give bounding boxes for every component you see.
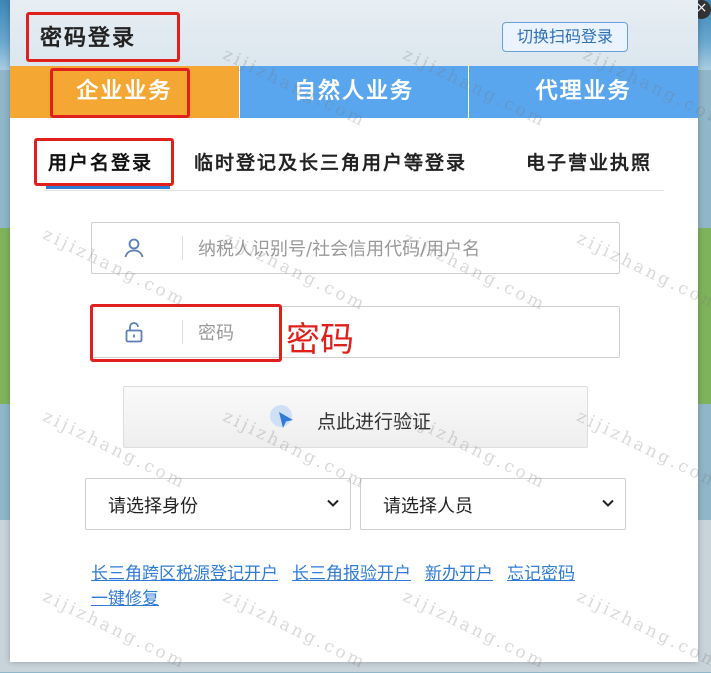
chevron-down-icon bbox=[602, 499, 614, 507]
pointer-icon bbox=[270, 405, 293, 428]
link-forgot-password[interactable]: 忘记密码 bbox=[507, 564, 575, 584]
username-field bbox=[91, 222, 620, 274]
password-field bbox=[91, 306, 620, 358]
subtab-temporary-login[interactable]: 临时登记及长三角用户等登录 bbox=[194, 148, 467, 175]
tab-agent[interactable]: 代理业务 bbox=[468, 66, 699, 118]
field-separator bbox=[182, 236, 183, 260]
password-input[interactable] bbox=[196, 317, 600, 349]
lock-icon bbox=[125, 322, 143, 343]
modal-title: 密码登录 bbox=[40, 26, 137, 51]
link-inspection-registration[interactable]: 长三角报验开户 bbox=[292, 564, 411, 584]
verify-button[interactable]: 点此进行验证 bbox=[123, 386, 588, 448]
switch-qr-login-button[interactable]: 切换扫码登录 bbox=[502, 22, 629, 52]
modal-header: 密码登录 切换扫码登录 bbox=[10, 0, 698, 66]
link-cross-region-registration[interactable]: 长三角跨区税源登记开户 bbox=[91, 564, 278, 584]
subtab-username-login[interactable]: 用户名登录 bbox=[48, 148, 153, 175]
identity-select-value: 请选择身份 bbox=[108, 496, 198, 517]
login-modal: 密码登录 切换扫码登录 企业业务 自然人业务 代理业务 用户名登录 临时登记及长… bbox=[10, 0, 699, 662]
tab-enterprise[interactable]: 企业业务 bbox=[10, 66, 239, 118]
link-one-click-repair[interactable]: 一键修复 bbox=[91, 589, 159, 609]
background-tile-right bbox=[697, 228, 711, 404]
tab-individual[interactable]: 自然人业务 bbox=[238, 66, 469, 118]
business-tabs: 企业业务 自然人业务 代理业务 bbox=[10, 66, 699, 118]
subtab-business-license[interactable]: 电子营业执照 bbox=[526, 148, 652, 175]
person-select[interactable]: 请选择人员 bbox=[360, 478, 626, 530]
login-method-tabs: 用户名登录 临时登记及长三角用户等登录 电子营业执照 bbox=[44, 140, 664, 191]
user-icon bbox=[124, 238, 144, 258]
identity-select[interactable]: 请选择身份 bbox=[85, 478, 351, 530]
chevron-down-icon bbox=[327, 499, 339, 507]
field-separator bbox=[182, 320, 183, 344]
active-subtab-indicator bbox=[46, 186, 170, 189]
person-select-value: 请选择人员 bbox=[383, 496, 473, 517]
password-annotation: 密码 bbox=[286, 320, 354, 360]
help-links: 长三角跨区税源登记开户 长三角报验开户 新办开户 忘记密码一键修复 bbox=[91, 562, 631, 612]
username-input[interactable] bbox=[196, 233, 600, 265]
link-new-account[interactable]: 新办开户 bbox=[425, 564, 493, 584]
verify-label: 点此进行验证 bbox=[317, 411, 432, 433]
